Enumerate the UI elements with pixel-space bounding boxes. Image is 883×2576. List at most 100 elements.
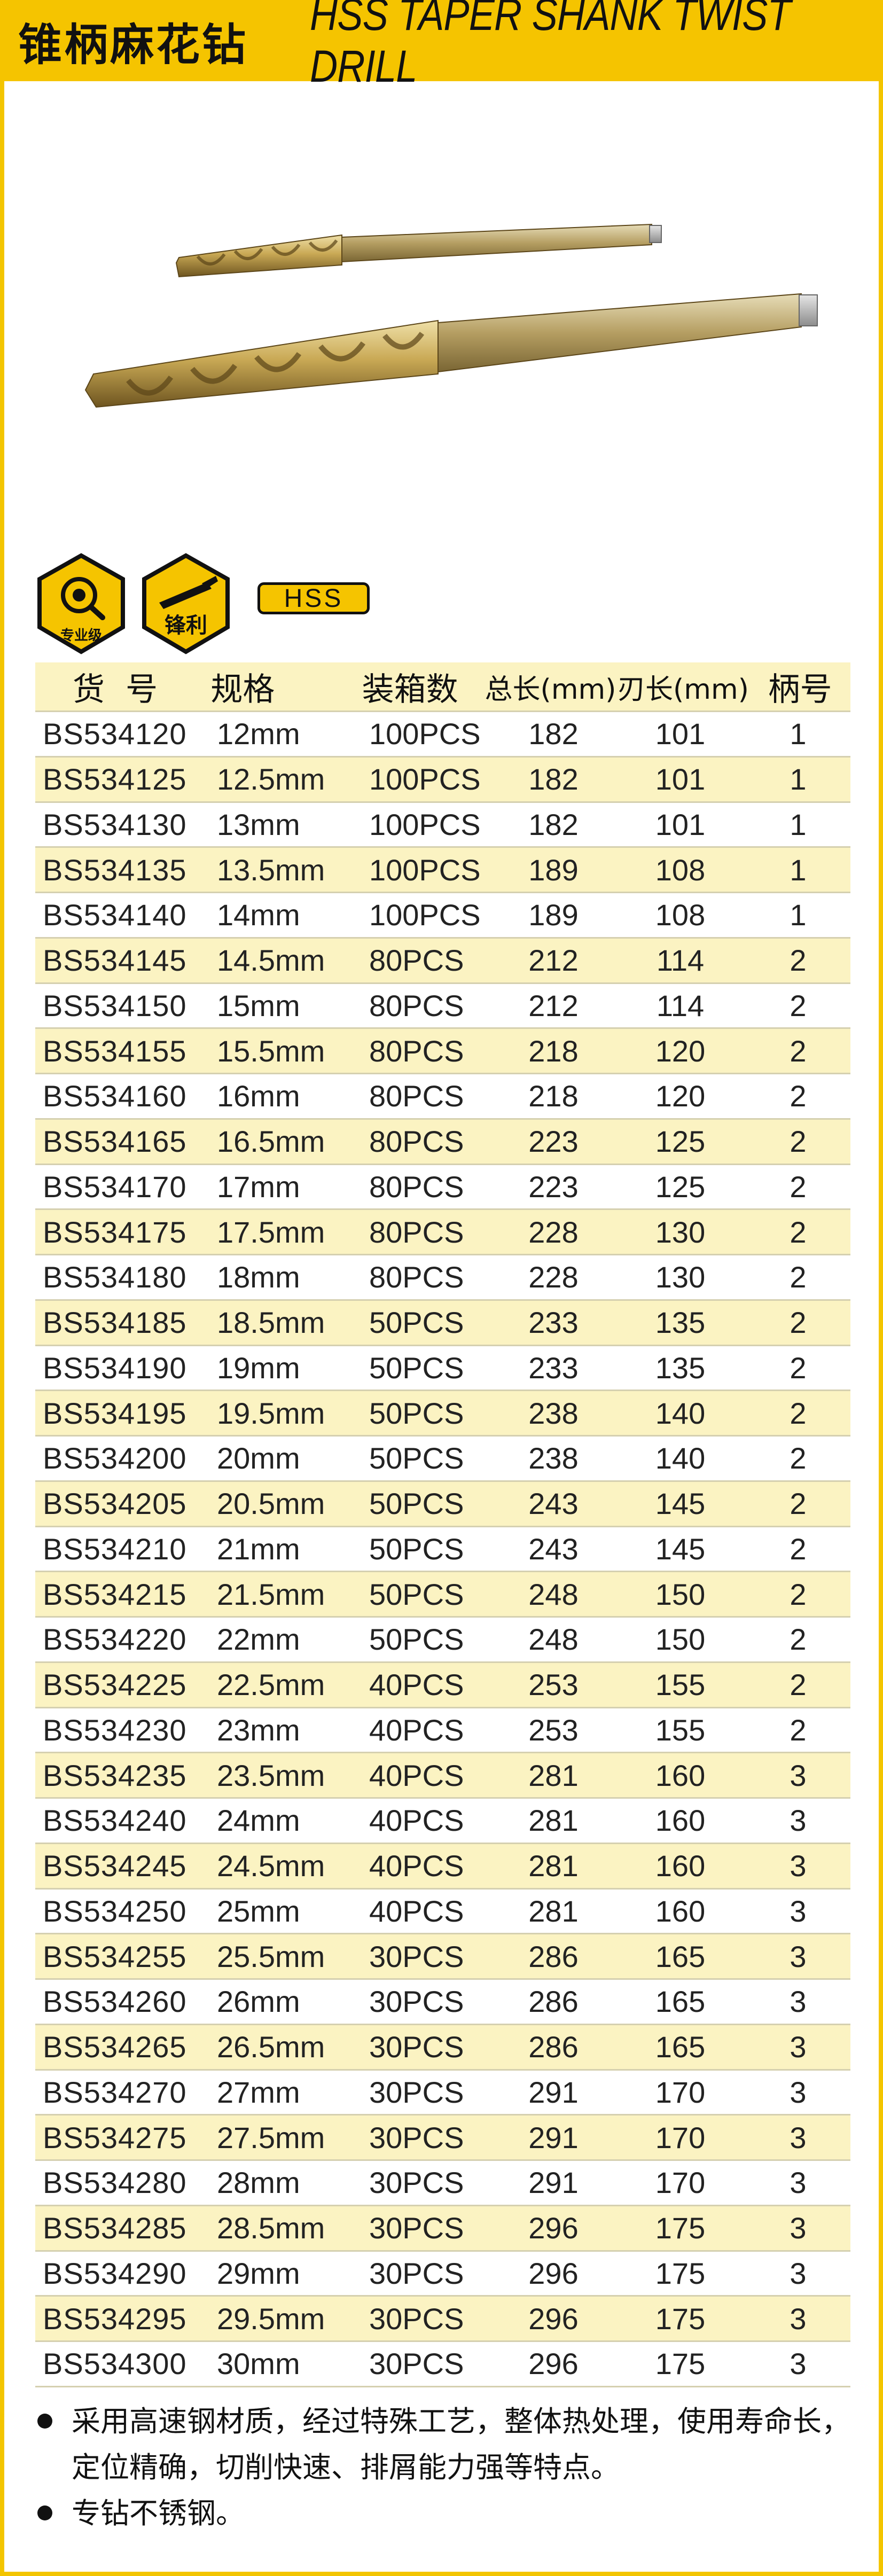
cell-pack-qty: 40PCS bbox=[369, 1804, 464, 1838]
cell-overall-length: 286 bbox=[528, 1985, 579, 2019]
cell-pack-qty: 50PCS bbox=[369, 1577, 464, 1611]
cell-pack-qty: 100PCS bbox=[369, 807, 481, 841]
cell-pack-qty: 30PCS bbox=[369, 1985, 464, 2019]
cell-shank-no: 1 bbox=[790, 898, 807, 932]
cell-size: 27mm bbox=[217, 2075, 300, 2109]
cell-pack-qty: 30PCS bbox=[369, 2075, 464, 2109]
cell-size: 26mm bbox=[217, 1985, 300, 2019]
sharp-label: 锋利 bbox=[165, 613, 207, 638]
cell-flute-length: 165 bbox=[655, 2030, 706, 2064]
cell-overall-length: 243 bbox=[528, 1532, 579, 1566]
cell-overall-length: 189 bbox=[528, 853, 579, 887]
cell-item-no: BS534175 bbox=[43, 1215, 187, 1249]
table-row: BS534250 25mm 40PCS 281 160 3 bbox=[35, 1887, 850, 1933]
cell-overall-length: 291 bbox=[528, 2120, 579, 2155]
small-drill bbox=[175, 223, 662, 278]
cell-pack-qty: 50PCS bbox=[369, 1441, 464, 1476]
cell-overall-length: 182 bbox=[528, 762, 579, 797]
cell-item-no: BS534275 bbox=[43, 2120, 187, 2155]
cell-size: 14.5mm bbox=[217, 943, 325, 978]
cell-flute-length: 130 bbox=[655, 1260, 706, 1294]
cell-pack-qty: 30PCS bbox=[369, 2211, 464, 2245]
large-drill bbox=[84, 293, 818, 408]
table-row: BS534165 16.5mm 80PCS 223 125 2 bbox=[35, 1118, 850, 1164]
cell-flute-length: 160 bbox=[655, 1804, 706, 1838]
cell-shank-no: 3 bbox=[790, 1894, 807, 1928]
cell-flute-length: 108 bbox=[655, 853, 706, 887]
table-row: BS534220 22mm 50PCS 248 150 2 bbox=[35, 1616, 850, 1661]
table-row: BS534235 23.5mm 40PCS 281 160 3 bbox=[35, 1752, 850, 1797]
cell-overall-length: 281 bbox=[528, 1894, 579, 1928]
cell-overall-length: 238 bbox=[528, 1396, 579, 1430]
professional-grade-label: 专业级 bbox=[60, 627, 102, 644]
cell-overall-length: 253 bbox=[528, 1668, 579, 1702]
bullet-icon bbox=[37, 2505, 52, 2520]
cell-overall-length: 182 bbox=[528, 807, 579, 841]
cell-overall-length: 296 bbox=[528, 2256, 579, 2290]
cell-item-no: BS534260 bbox=[43, 1985, 187, 2019]
cell-pack-qty: 40PCS bbox=[369, 1894, 464, 1928]
cell-item-no: BS534125 bbox=[43, 762, 187, 797]
cell-item-no: BS534255 bbox=[43, 1939, 187, 1973]
cell-flute-length: 125 bbox=[655, 1169, 706, 1204]
cell-flute-length: 135 bbox=[655, 1351, 706, 1385]
cell-item-no: BS534240 bbox=[43, 1804, 187, 1838]
cell-shank-no: 2 bbox=[790, 1260, 807, 1294]
cell-size: 15mm bbox=[217, 988, 300, 1022]
cell-item-no: BS534250 bbox=[43, 1894, 187, 1928]
cell-overall-length: 296 bbox=[528, 2211, 579, 2245]
cell-size: 18.5mm bbox=[217, 1306, 325, 1340]
table-row: BS534295 29.5mm 30PCS 296 175 3 bbox=[35, 2295, 850, 2340]
cell-shank-no: 1 bbox=[790, 807, 807, 841]
cell-size: 18mm bbox=[217, 1260, 300, 1294]
cell-item-no: BS534140 bbox=[43, 898, 187, 932]
cell-shank-no: 2 bbox=[790, 1034, 807, 1068]
cell-pack-qty: 100PCS bbox=[369, 898, 481, 932]
professional-grade-badge: 专业级 bbox=[37, 553, 125, 654]
table-row: BS534120 12mm 100PCS 182 101 1 bbox=[35, 711, 850, 756]
cell-item-no: BS534210 bbox=[43, 1532, 187, 1566]
table-row: BS534150 15mm 80PCS 212 114 2 bbox=[35, 982, 850, 1028]
cell-overall-length: 243 bbox=[528, 1487, 579, 1521]
cell-overall-length: 223 bbox=[528, 1125, 579, 1159]
cell-size: 15.5mm bbox=[217, 1034, 325, 1068]
table-row: BS534230 23mm 40PCS 253 155 2 bbox=[35, 1706, 850, 1752]
cell-overall-length: 248 bbox=[528, 1577, 579, 1611]
cell-flute-length: 175 bbox=[655, 2211, 706, 2245]
cell-overall-length: 228 bbox=[528, 1215, 579, 1249]
cell-size: 21mm bbox=[217, 1532, 300, 1566]
cell-item-no: BS534215 bbox=[43, 1577, 187, 1611]
table-row: BS534180 18mm 80PCS 228 130 2 bbox=[35, 1254, 850, 1299]
cell-shank-no: 1 bbox=[790, 762, 807, 797]
cell-pack-qty: 30PCS bbox=[369, 2030, 464, 2064]
table-row: BS534260 26mm 30PCS 286 165 3 bbox=[35, 1978, 850, 2024]
cell-size: 14mm bbox=[217, 898, 300, 932]
cell-size: 20mm bbox=[217, 1441, 300, 1476]
cell-shank-no: 3 bbox=[790, 1939, 807, 1973]
cell-shank-no: 2 bbox=[790, 1396, 807, 1430]
cell-overall-length: 189 bbox=[528, 898, 579, 932]
cell-pack-qty: 30PCS bbox=[369, 2347, 464, 2381]
cell-overall-length: 233 bbox=[528, 1351, 579, 1385]
cell-pack-qty: 50PCS bbox=[369, 1396, 464, 1430]
cell-overall-length: 223 bbox=[528, 1169, 579, 1204]
cell-shank-no: 2 bbox=[790, 1169, 807, 1204]
cell-flute-length: 101 bbox=[655, 717, 706, 751]
cell-flute-length: 170 bbox=[655, 2166, 706, 2200]
header-pack-qty: 装箱数 bbox=[362, 670, 458, 708]
cell-pack-qty: 80PCS bbox=[369, 1169, 464, 1204]
cell-flute-length: 120 bbox=[655, 1034, 706, 1068]
header-item-no: 货 号 bbox=[73, 670, 163, 708]
cell-item-no: BS534170 bbox=[43, 1169, 187, 1204]
cell-item-no: BS534265 bbox=[43, 2030, 187, 2064]
cell-shank-no: 1 bbox=[790, 853, 807, 887]
table-row: BS534185 18.5mm 50PCS 233 135 2 bbox=[35, 1299, 850, 1345]
cell-flute-length: 145 bbox=[655, 1532, 706, 1566]
cell-overall-length: 296 bbox=[528, 2347, 579, 2381]
cell-item-no: BS534190 bbox=[43, 1351, 187, 1385]
header-shank-no: 柄号 bbox=[768, 670, 832, 708]
cell-flute-length: 170 bbox=[655, 2075, 706, 2109]
cell-shank-no: 2 bbox=[790, 1622, 807, 1657]
cell-item-no: BS534120 bbox=[43, 717, 187, 751]
table-row: BS534290 29mm 30PCS 296 175 3 bbox=[35, 2250, 850, 2296]
